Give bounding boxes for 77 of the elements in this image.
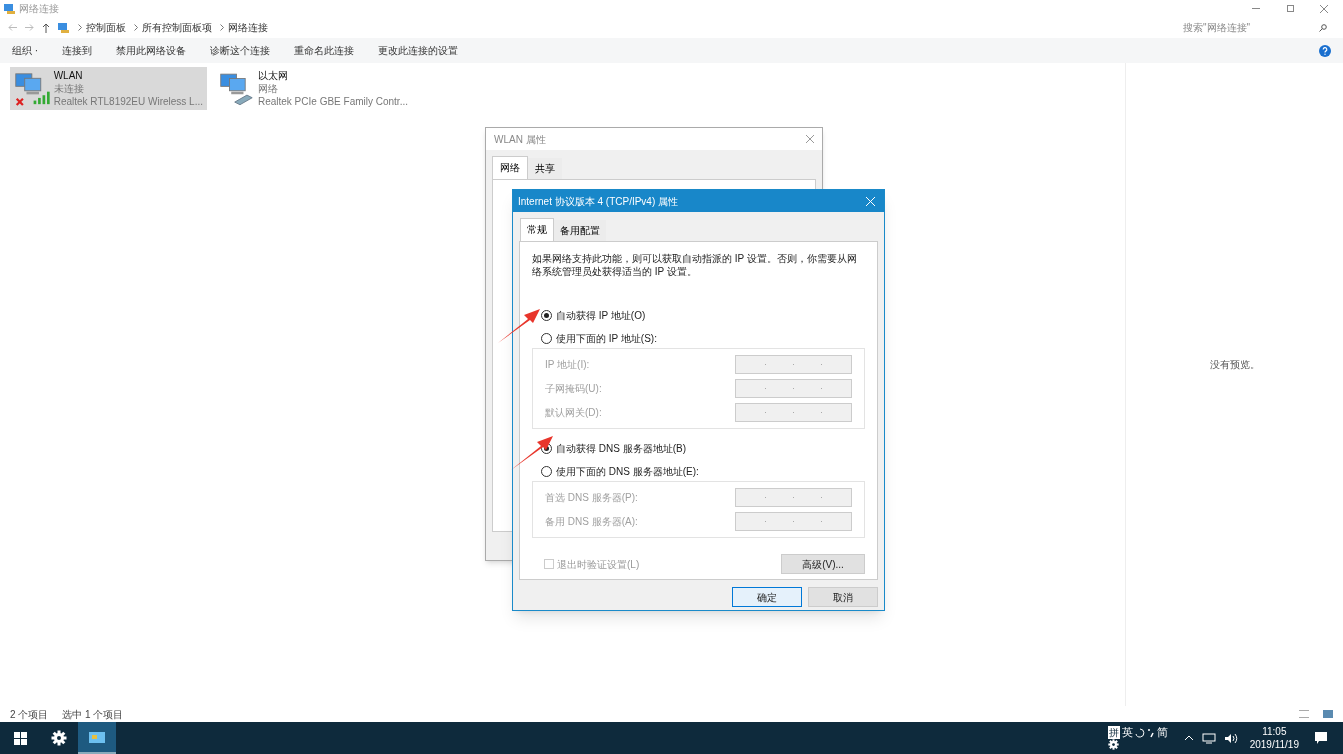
- connection-status: 未连接: [53, 82, 85, 95]
- tab[interactable]: 共享: [528, 158, 562, 179]
- dialog-title: Internet 协议版本 4 (TCP/IPv4) 属性: [518, 194, 679, 209]
- field-label: IP 地址(I):: [545, 358, 590, 372]
- toolbar-button[interactable]: 禁用此网络设备: [116, 43, 187, 58]
- description-text: 如果网络支持此功能，则可以获取自动指派的 IP 设置。否则，你需要从网络系统管理员处获得适当的 IP 设置。: [531, 252, 858, 278]
- toolbar-button[interactable]: 诊断这个连接: [210, 43, 271, 58]
- breadcrumb-link[interactable]: 所有控制面板项: [142, 20, 212, 35]
- connection-device: Realtek PCIe GBE Family Contr...: [257, 95, 408, 108]
- radio-button[interactable]: [541, 310, 552, 321]
- ip-address-field[interactable]: [735, 355, 852, 374]
- up-arrow-icon[interactable]: [42, 22, 50, 33]
- radio-button[interactable]: [541, 466, 552, 477]
- settings-icon[interactable]: [51, 730, 67, 746]
- field-label: 首选 DNS 服务器(P):: [545, 491, 638, 505]
- toolbar-button[interactable]: 重命名此连接: [294, 43, 355, 58]
- windows-logo-icon: [13, 731, 27, 745]
- tab[interactable]: 备用配置: [554, 220, 606, 241]
- tab[interactable]: 常规: [520, 218, 554, 241]
- ime-settings-icon[interactable]: [1107, 739, 1119, 750]
- clock-time[interactable]: 11:05: [1262, 725, 1287, 738]
- dialog-title: WLAN 属性: [494, 132, 546, 147]
- network-folder-icon: [58, 22, 70, 33]
- field-label: 备用 DNS 服务器(A):: [545, 515, 638, 529]
- clock-date[interactable]: 2019/11/19: [1249, 738, 1299, 751]
- checkbox-label: 退出时验证设置(L): [557, 557, 640, 572]
- dialog-button[interactable]: 取消: [808, 587, 878, 607]
- advanced-button[interactable]: 高级(V)...: [781, 554, 865, 574]
- toolbar-button[interactable]: 连接到: [62, 43, 93, 58]
- connection-item[interactable]: 以太网 网络 Realtek PCIe GBE Family Contr...: [215, 67, 412, 110]
- radio-label: 使用下面的 IP 地址(S):: [556, 332, 657, 346]
- tab[interactable]: 网络: [492, 156, 528, 179]
- radio-label: 自动获得 IP 地址(O): [556, 309, 646, 323]
- help-icon[interactable]: [1319, 44, 1331, 57]
- network-icon[interactable]: [1201, 732, 1216, 744]
- connection-status: 网络: [257, 82, 279, 95]
- radio-label: 自动获得 DNS 服务器地址(B): [556, 442, 686, 456]
- chevron-up-icon[interactable]: [1183, 735, 1194, 741]
- folder-icon: [89, 731, 105, 743]
- ime-indicator[interactable]: 简: [1156, 726, 1168, 739]
- ip-address-field[interactable]: [735, 488, 852, 507]
- connection-name: WLAN: [53, 69, 84, 82]
- ip-address-field[interactable]: [735, 403, 852, 422]
- ip-address-field[interactable]: [735, 512, 852, 531]
- volume-icon[interactable]: [1223, 732, 1238, 744]
- chevron-icon: [78, 24, 82, 31]
- chevron-icon: [220, 24, 224, 31]
- connection-item[interactable]: WLAN 未连接 Realtek RTL8192EU Wireless L...: [10, 67, 207, 110]
- dialog-button[interactable]: 确定: [732, 587, 802, 607]
- ime-indicator[interactable]: 英: [1121, 726, 1133, 739]
- radio-button[interactable]: [541, 333, 552, 344]
- close-icon: [1320, 4, 1328, 13]
- network-folder-icon: [4, 3, 15, 14]
- punctuation-icon[interactable]: [1146, 727, 1155, 738]
- file-explorer-taskbar-button[interactable]: [78, 722, 116, 754]
- preview-text: 没有预览。: [1209, 358, 1260, 372]
- ime-indicator[interactable]: 拼: [1107, 726, 1120, 739]
- status-text: 2 个项目: [10, 707, 49, 722]
- field-label: 子网掩码(U):: [545, 382, 602, 396]
- close-icon[interactable]: [806, 135, 814, 143]
- status-text: 选中 1 个项目: [62, 707, 124, 722]
- details-view-icon[interactable]: [1299, 710, 1309, 718]
- chevron-icon: [134, 24, 138, 31]
- half-width-icon[interactable]: [1134, 727, 1145, 738]
- breadcrumb-link[interactable]: 网络连接: [228, 20, 268, 35]
- search-icon: [1319, 23, 1327, 32]
- search-field[interactable]: 搜索"网络连接": [1175, 19, 1335, 36]
- ip-address-field[interactable]: [735, 379, 852, 398]
- connection-name: 以太网: [257, 69, 289, 82]
- toolbar-button[interactable]: 更改此连接的设置: [378, 43, 459, 58]
- breadcrumb-link[interactable]: 控制面板: [86, 20, 126, 35]
- window-title: 网络连接: [19, 2, 59, 16]
- radio-label: 使用下面的 DNS 服务器地址(E):: [556, 465, 699, 479]
- field-label: 默认网关(D):: [545, 406, 602, 420]
- notification-icon[interactable]: [1315, 732, 1327, 744]
- connection-device: Realtek RTL8192EU Wireless L...: [53, 95, 203, 108]
- toolbar-button[interactable]: 组织 ·: [12, 43, 39, 58]
